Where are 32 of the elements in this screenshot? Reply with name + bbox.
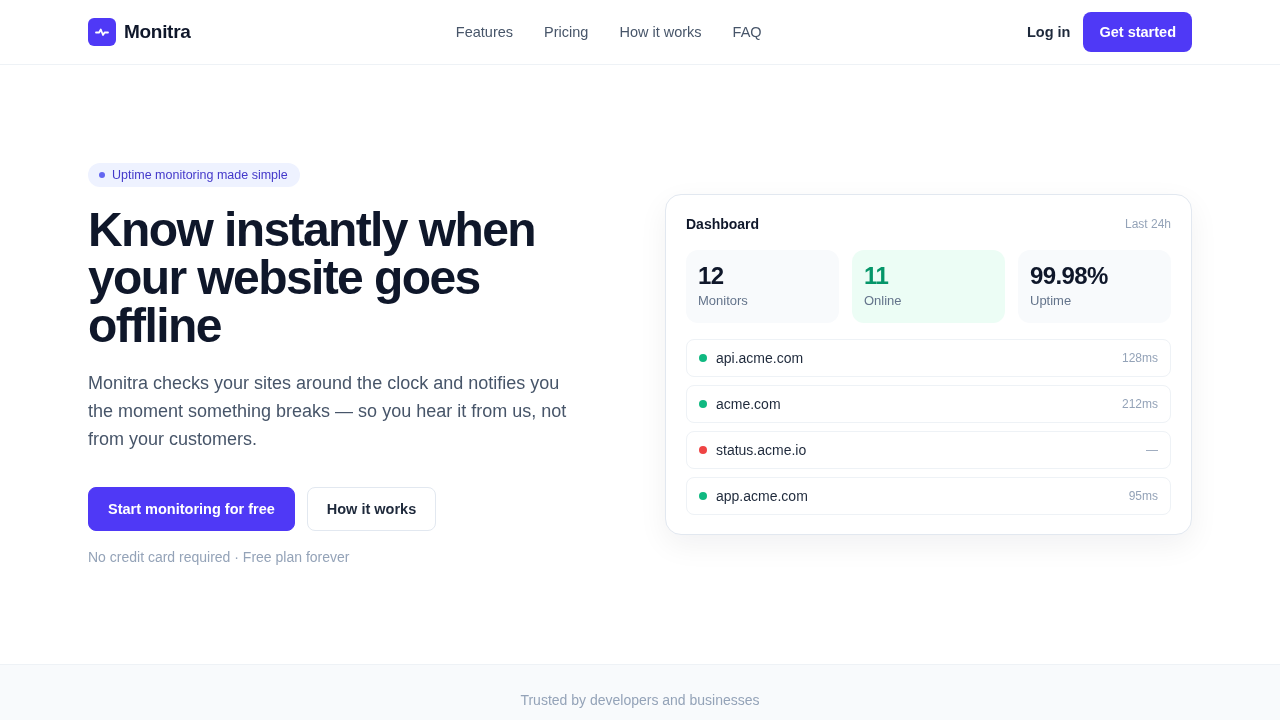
nav-link[interactable]: Features xyxy=(455,24,514,40)
stat-label: Online xyxy=(864,292,902,310)
stat-value: 11 xyxy=(864,262,889,290)
stat-label: Monitors xyxy=(698,292,748,310)
brand-name[interactable]: Monitra xyxy=(124,21,191,43)
signup-note: No credit card required · Free plan forever xyxy=(88,547,350,567)
monitor-latency: 128ms xyxy=(1121,351,1158,365)
monitor-host: api.acme.com xyxy=(716,350,804,366)
hero-headline: Know instantly when your website goes offline xyxy=(88,205,536,350)
monitor-latency: 95ms xyxy=(1128,489,1158,503)
nav-link[interactable]: How it works xyxy=(619,24,702,40)
period-label: Last 24h xyxy=(1124,217,1171,231)
monitor-latency: — xyxy=(1146,443,1158,457)
stat-value: 99.98% xyxy=(1030,262,1108,290)
dashboard-title: Dashboard xyxy=(686,216,760,232)
hero-description: Monitra checks your sites around the clock and notifies you the moment something breaks — so you hear it from us, not from your customers. xyxy=(88,371,568,451)
trust-text: Trusted by developers and businesses xyxy=(520,691,760,710)
monitor-host: app.acme.com xyxy=(716,488,808,504)
pulse-icon[interactable] xyxy=(88,18,116,46)
dot-icon xyxy=(99,171,105,178)
start-monitoring-button[interactable]: Start monitoring for free xyxy=(88,486,295,531)
login-link[interactable]: Log in xyxy=(1026,24,1071,40)
stat-value: 12 xyxy=(698,262,724,290)
monitor-latency: 212ms xyxy=(1121,397,1158,411)
how-it-works-button[interactable]: How it works xyxy=(306,486,437,531)
badge-text: Uptime monitoring made simple xyxy=(112,167,288,182)
monitor-host: status.acme.io xyxy=(716,442,807,458)
get-started-button[interactable]: Get started xyxy=(1083,12,1192,52)
stat-label: Uptime xyxy=(1030,292,1072,310)
nav-link[interactable]: Pricing xyxy=(544,24,589,40)
monitor-host: acme.com xyxy=(716,396,781,412)
nav-link[interactable]: FAQ xyxy=(732,24,762,40)
